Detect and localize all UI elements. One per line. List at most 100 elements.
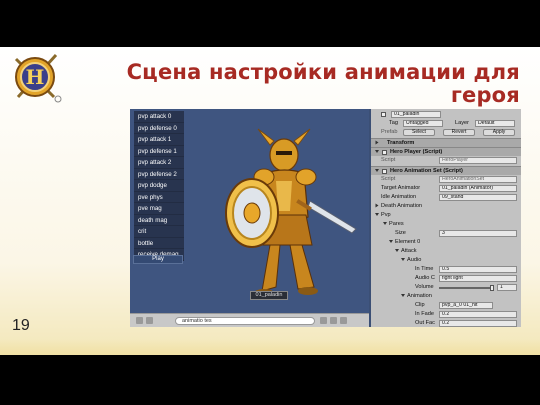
animation-menu-item[interactable]: pvp dodge [134,180,184,192]
volume-label: Volume [415,284,434,290]
prefab-row: Prefab Select Revert Apply [371,128,521,137]
volume-slider-knob[interactable] [490,285,494,291]
prefab-apply-button[interactable]: Apply [483,129,515,136]
audio-clip-field[interactable]: fight light [439,275,517,282]
element-row[interactable]: Element 0 [371,238,521,247]
play-button[interactable]: Play [133,255,183,264]
expand-arrow-icon [375,150,379,154]
target-animator-field[interactable]: 01_paladin (Animator) [439,185,517,192]
expand-arrow-icon [395,249,399,253]
object-name-field[interactable]: 01_paladin [391,111,441,118]
editor-bottom-bar: animatio tes [130,313,369,327]
death-animation-row[interactable]: Death Animation [371,202,521,211]
out-fade-label: Out Fac [415,320,435,326]
audio-row[interactable]: Audio [371,256,521,265]
pares-row[interactable]: Pares [371,220,521,229]
hero-anim-enabled-checkbox[interactable] [382,169,387,174]
animation-menu-item[interactable]: pvp attack 2 [134,157,184,169]
in-fade-field[interactable]: 0.2 [439,311,517,318]
slide: H Сцена настройки анимации для героя 19 … [0,47,540,355]
clip-field[interactable]: pvp_a_0 01_hit [439,302,493,309]
layer-dropdown[interactable]: Default [475,120,515,127]
in-time-field[interactable]: 0.5 [439,266,517,273]
animation-menu-item[interactable]: pve mag [134,203,184,215]
script-label: Script [381,157,396,163]
volume-field[interactable]: 1 [497,284,517,291]
animation-menu-item[interactable]: bottle [134,237,184,249]
animation-menu-item[interactable]: death mag [134,214,184,226]
active-checkbox[interactable] [381,112,386,117]
prefab-select-button[interactable]: Select [403,129,435,136]
slide-bottom-band [0,339,540,355]
out-fade-row: Out Fac 0.2 [371,319,521,327]
animation-row[interactable]: Animation [371,292,521,301]
tag-dropdown[interactable]: Untagged [403,120,443,127]
attack-row[interactable]: Attack [371,247,521,256]
paladin-hero-figure [225,128,357,297]
hero-player-script-field[interactable]: HeroPlayer [439,157,517,164]
editor-screenshot: pvp attack 0 pvp defense 0 pvp attack 1 pvp… [130,109,521,327]
hero-player-script-row: Script HeroPlayer [371,156,521,165]
animation-menu-item[interactable]: pvp defense 1 [134,145,184,157]
audio-clip-label: Audio C [415,275,435,281]
animation-menu-item[interactable]: crit [134,226,184,238]
audio-label: Audio [407,257,422,263]
slide-title: Сцена настройки анимации для героя [126,60,520,107]
prefab-label: Prefab [381,129,398,135]
expand-arrow-icon [401,258,405,262]
out-fade-field[interactable]: 0.2 [439,320,517,327]
size-field[interactable]: 3 [439,230,517,237]
transform-component-header[interactable]: Transform [371,138,521,147]
object-header: 01_paladin [371,110,521,119]
animation-menu-item[interactable]: pve phys [134,191,184,203]
volume-slider-track[interactable] [439,287,493,289]
volume-row: Volume 1 [371,283,521,292]
layer-label: Layer [455,120,469,126]
expand-arrow-icon [389,240,393,244]
idle-animation-label: Idle Animation [381,194,417,200]
project-search-input[interactable]: animatio tes [175,317,315,325]
error-icon[interactable] [146,317,153,324]
target-animator-label: Target Animator [381,185,421,191]
console-icon[interactable] [136,317,143,324]
collapse-arrow-icon [375,140,379,145]
animation-menu-item[interactable]: pvp defense 0 [134,122,184,134]
pares-label: Pares [389,221,404,227]
prefab-revert-button[interactable]: Revert [443,129,475,136]
in-time-label: In Time [415,266,434,272]
hero-anim-script-field[interactable]: HeroAnimationSet [439,176,517,183]
lock-icon[interactable] [330,317,337,324]
in-time-row: In Time 0.5 [371,265,521,274]
game-logo: H [14,53,62,103]
expand-arrow-icon [383,222,387,226]
tag-layer-row: Tag Untagged Layer Default [371,119,521,128]
expand-arrow-icon [401,294,405,298]
collapse-arrow-icon [375,203,379,208]
game-viewport[interactable]: pvp attack 0 pvp defense 0 pvp attack 1 pvp… [130,109,369,313]
script-label: Script [381,176,396,182]
expand-arrow-icon [375,213,379,217]
pvp-label: Pvp [381,212,391,218]
star-icon[interactable] [340,317,347,324]
clip-row: Clip pvp_a_0 01_hit [371,301,521,310]
audio-clip-row: Audio C fight light [371,274,521,283]
tag-label: Tag [389,120,399,126]
animation-menu-item[interactable]: pvp defense 2 [134,168,184,180]
animation-menu-item[interactable]: pvp attack 1 [134,134,184,146]
hero-player-enabled-checkbox[interactable] [382,150,387,155]
hero-anim-component-header[interactable]: Hero Animation Set (Script) [371,166,521,175]
element-label: Element 0 [395,239,421,245]
animation-menu-item[interactable]: pvp attack 0 [134,111,184,123]
page-number: 19 [12,317,30,334]
title-clip: Сцена настройки анимации для героя [60,57,530,109]
pvp-row[interactable]: Pvp [371,211,521,220]
hero-player-component-header[interactable]: Hero Player (Script) [371,147,521,156]
clip-label: Clip [415,302,425,308]
animation-label: Animation [407,293,432,299]
in-fade-label: In Fade [415,311,434,317]
hero-anim-script-row: Script HeroAnimationSet [371,175,521,184]
idle-animation-field[interactable]: 09_stand [439,194,517,201]
filter-icon[interactable] [320,317,327,324]
death-animation-label: Death Animation [381,203,423,209]
size-row: Size 3 [371,229,521,238]
